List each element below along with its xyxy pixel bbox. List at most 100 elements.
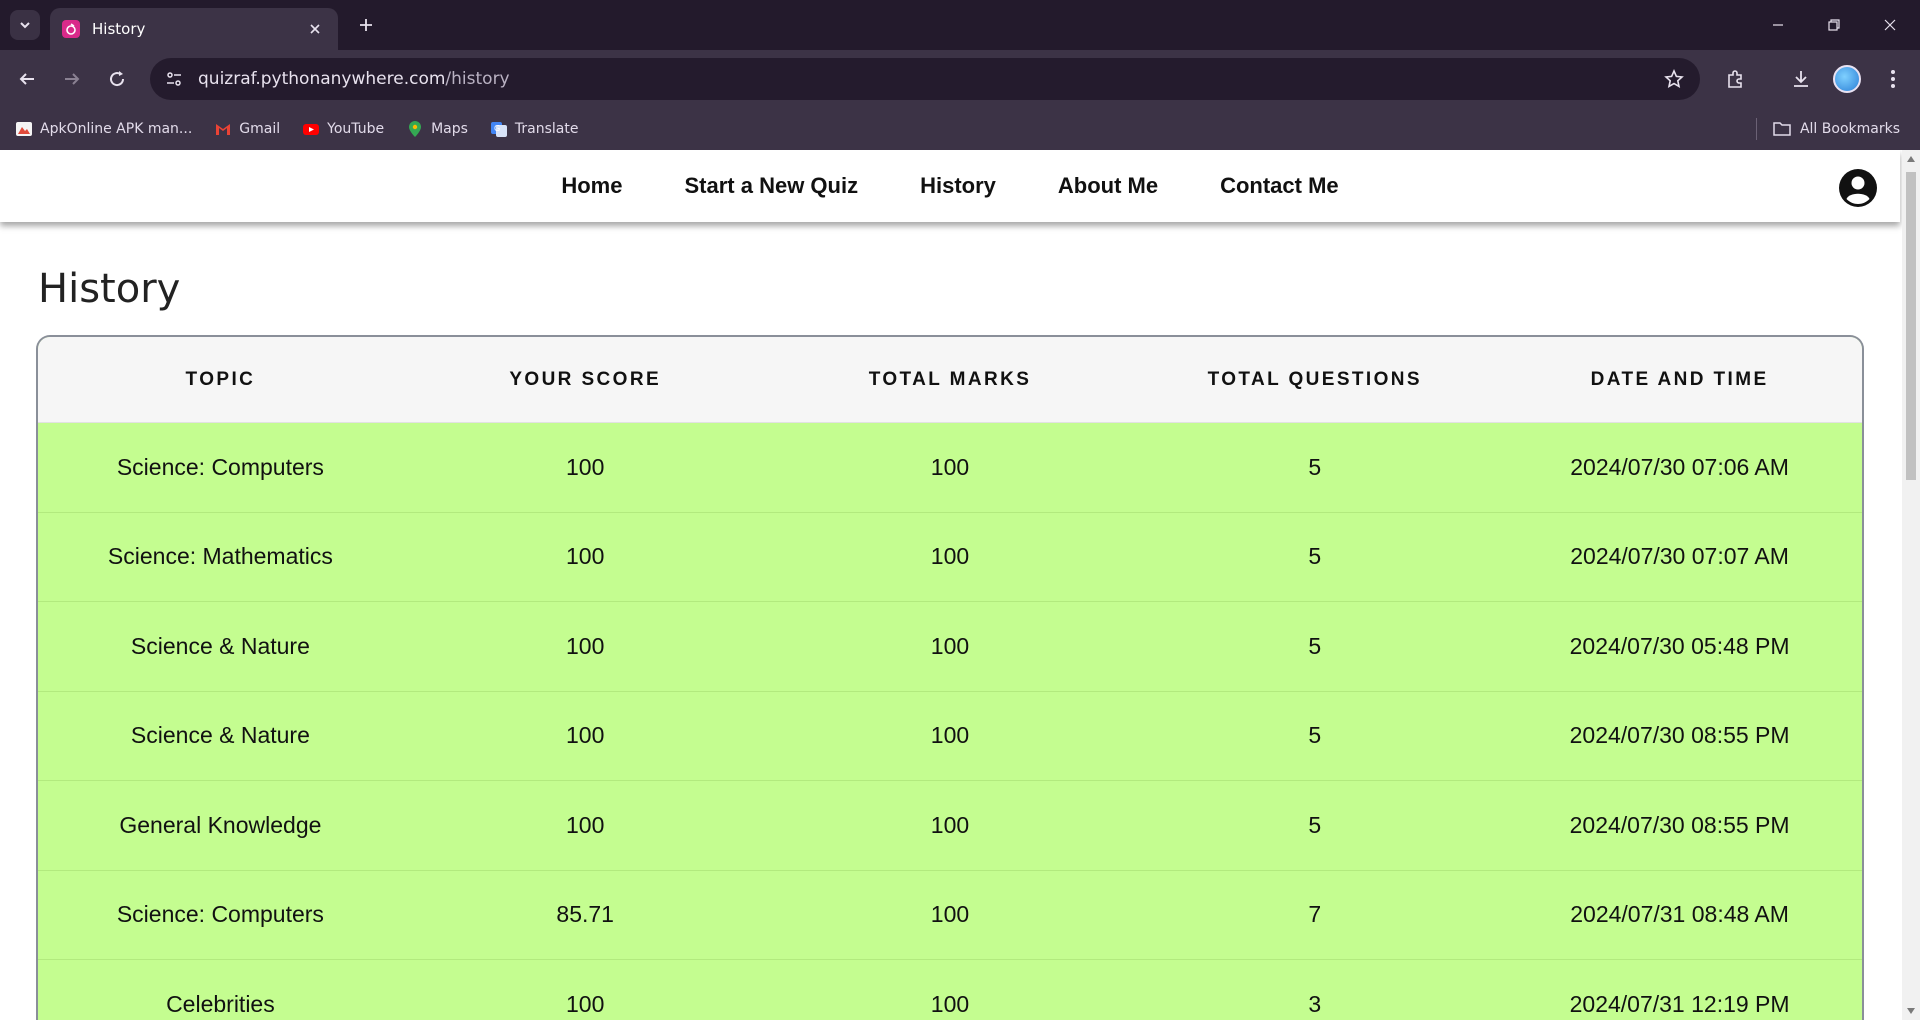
bookmark-star-icon[interactable] (1654, 59, 1694, 99)
column-header-date-time: DATE AND TIME (1590, 368, 1769, 390)
cell-date-time: 2024/07/30 05:48 PM (1569, 632, 1790, 659)
minimize-button[interactable] (1750, 0, 1806, 50)
forward-button[interactable] (57, 64, 87, 94)
scroll-up-arrow-icon[interactable] (1907, 156, 1915, 162)
cell-score: 100 (566, 453, 605, 480)
cell-score: 100 (566, 632, 605, 659)
restore-button[interactable] (1806, 0, 1862, 50)
table-row: Science: Computers 85.71 100 7 2024/07/31 08… (38, 871, 1862, 960)
minimize-icon (1773, 24, 1783, 26)
site-favicon-icon (62, 20, 80, 38)
tab-close-icon[interactable] (304, 18, 326, 40)
web-page: Home Start a New Quiz History About Me C… (0, 150, 1902, 1020)
browser-toolbar: quizraf.pythonanywhere.com/history (0, 50, 1920, 108)
folder-icon (1772, 120, 1792, 138)
apkonline-icon (15, 120, 33, 138)
cell-total-marks: 100 (930, 543, 970, 570)
close-icon (1884, 19, 1896, 31)
translate-icon: G (490, 120, 508, 138)
nav-link-contact[interactable]: Contact Me (1220, 173, 1339, 199)
arrow-right-icon (65, 73, 80, 85)
column-header-topic: TOPIC (185, 368, 256, 390)
table-body: Science: Computers 100 100 5 2024/07/30 07:0… (38, 423, 1862, 1020)
cell-date-time: 2024/07/31 08:48 AM (1570, 901, 1789, 928)
cell-topic: General Knowledge (119, 811, 322, 838)
bookmark-gmail[interactable]: Gmail (214, 120, 280, 138)
cell-total-marks: 100 (930, 901, 970, 928)
chevron-down-icon (20, 22, 30, 29)
page-title: History (38, 266, 181, 312)
cell-score: 85.71 (556, 901, 614, 928)
table-row: Science & Nature 100 100 5 2024/07/30 05:48 … (38, 602, 1862, 692)
cell-score: 100 (566, 543, 605, 570)
tab-search-button[interactable] (10, 10, 40, 40)
page-scrollbar[interactable] (1902, 150, 1920, 1020)
cell-date-time: 2024/07/30 08:55 PM (1569, 722, 1790, 749)
site-navbar: Home Start a New Quiz History About Me C… (0, 150, 1900, 222)
cell-total-questions: 5 (1308, 722, 1322, 749)
scroll-down-arrow-icon[interactable] (1907, 1008, 1915, 1014)
nav-link-home[interactable]: Home (561, 173, 622, 199)
tab-title: History (92, 20, 146, 38)
cell-total-marks: 100 (930, 453, 970, 480)
cell-total-marks: 100 (930, 722, 970, 749)
cell-total-marks: 100 (930, 990, 970, 1017)
arrow-left-icon (19, 73, 34, 85)
nav-link-start-quiz[interactable]: Start a New Quiz (684, 173, 858, 199)
column-header-total-questions: TOTAL QUESTIONS (1207, 368, 1422, 390)
new-tab-button[interactable] (352, 11, 380, 39)
cell-topic: Science: Computers (116, 901, 324, 928)
cell-score: 100 (566, 811, 605, 838)
extensions-icon[interactable] (1720, 64, 1750, 94)
url-path: /history (445, 69, 510, 89)
table-row: Celebrities 100 100 3 2024/07/31 12:19 PM (38, 960, 1862, 1020)
reload-button[interactable] (102, 64, 132, 94)
table-row: Science: Mathematics 100 100 5 2024/07/30 07… (38, 513, 1862, 602)
bookmark-label: ApkOnline APK man... (40, 121, 193, 137)
cell-total-questions: 5 (1308, 632, 1322, 659)
site-info-icon[interactable] (154, 59, 194, 99)
cell-total-questions: 5 (1308, 543, 1322, 570)
plus-icon (360, 19, 372, 31)
all-bookmarks-button[interactable]: All Bookmarks (1772, 108, 1900, 150)
youtube-icon (302, 120, 320, 138)
cell-topic: Science: Computers (116, 453, 324, 480)
profile-avatar[interactable] (1833, 65, 1861, 93)
cell-date-time: 2024/07/31 12:19 PM (1569, 990, 1790, 1017)
browser-menu-icon[interactable] (1878, 64, 1908, 94)
nav-link-about[interactable]: About Me (1058, 173, 1158, 199)
bookmark-apkonline[interactable]: ApkOnline APK man... (15, 120, 192, 138)
svg-text:G: G (494, 124, 500, 133)
reload-icon (110, 71, 125, 87)
browser-tab-active[interactable]: History (50, 8, 338, 50)
table-row: Science: Computers 100 100 5 2024/07/30 07:0… (38, 423, 1862, 513)
bookmark-youtube[interactable]: YouTube (302, 120, 384, 138)
maps-icon (406, 120, 424, 138)
user-account-icon[interactable] (1838, 168, 1878, 208)
bookmark-translate[interactable]: G Translate (490, 120, 579, 138)
all-bookmarks-label: All Bookmarks (1799, 121, 1900, 137)
column-header-total-marks: TOTAL MARKS (868, 368, 1032, 390)
bookmark-maps[interactable]: Maps (406, 120, 468, 138)
download-icon[interactable] (1786, 64, 1816, 94)
cell-date-time: 2024/07/30 07:06 AM (1570, 453, 1789, 480)
cell-topic: Science: Mathematics (107, 543, 333, 570)
cell-total-marks: 100 (930, 632, 970, 659)
table-row: Science & Nature 100 100 5 2024/07/30 08:55 … (38, 692, 1862, 781)
cell-total-questions: 7 (1308, 901, 1322, 928)
back-button[interactable] (12, 64, 42, 94)
cell-total-marks: 100 (930, 811, 970, 838)
nav-link-history[interactable]: History (920, 173, 996, 199)
close-window-button[interactable] (1862, 0, 1918, 50)
url-text: quizraf.pythonanywhere.com/history (198, 69, 1654, 89)
bookmark-label: Translate (514, 121, 579, 137)
browser-titlebar: History (0, 0, 1920, 50)
table-header: TOPIC YOUR SCORE TOTAL MARKS TOTAL QUEST… (38, 337, 1862, 423)
history-table: TOPIC YOUR SCORE TOTAL MARKS TOTAL QUEST… (36, 335, 1864, 1020)
bookmark-label: Gmail (239, 121, 281, 137)
cell-topic: Science & Nature (130, 632, 310, 659)
address-bar[interactable]: quizraf.pythonanywhere.com/history (150, 58, 1700, 100)
scrollbar-thumb[interactable] (1906, 172, 1916, 480)
cell-topic: Celebrities (166, 990, 275, 1017)
cell-topic: Science & Nature (130, 722, 310, 749)
